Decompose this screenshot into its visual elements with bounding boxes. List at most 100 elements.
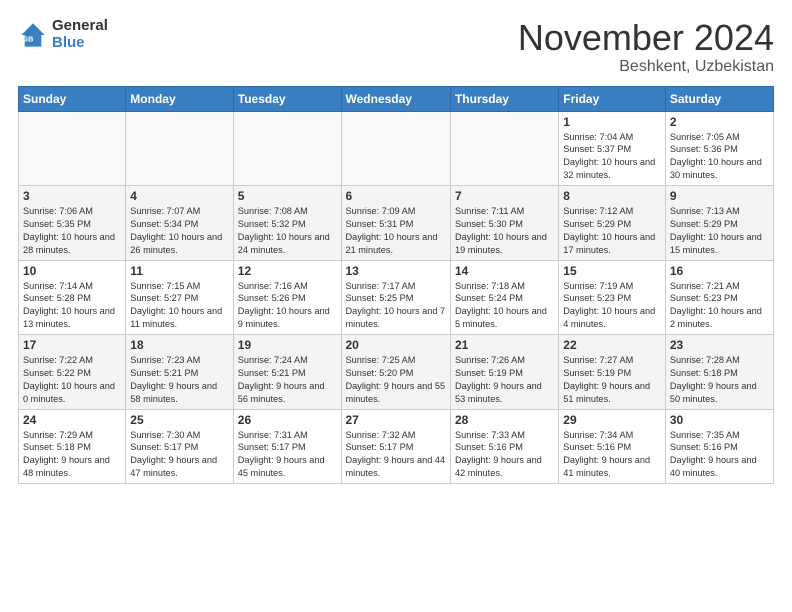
day-number: 23 [670, 338, 769, 352]
day-info: Sunrise: 7:13 AM Sunset: 5:29 PM Dayligh… [670, 205, 769, 257]
calendar-cell [341, 111, 450, 186]
day-info: Sunrise: 7:09 AM Sunset: 5:31 PM Dayligh… [346, 205, 446, 257]
calendar-cell [19, 111, 126, 186]
title-block: November 2024 Beshkent, Uzbekistan [518, 18, 774, 76]
day-info: Sunrise: 7:22 AM Sunset: 5:22 PM Dayligh… [23, 354, 121, 406]
calendar-week-row: 10Sunrise: 7:14 AM Sunset: 5:28 PM Dayli… [19, 260, 774, 335]
calendar-cell: 16 Sunrise: 7:21 AM Sunset: 5:23 PM Dayli… [665, 260, 773, 335]
day-number: 18 [130, 338, 228, 352]
calendar-cell: 27Sunrise: 7:32 AM Sunset: 5:17 PM Dayli… [341, 409, 450, 484]
calendar-week-row: 24Sunrise: 7:29 AM Sunset: 5:18 PM Dayli… [19, 409, 774, 484]
day-number: 3 [23, 189, 121, 203]
calendar-cell: 14 Sunrise: 7:18 AM Sunset: 5:24 PM Dayli… [450, 260, 558, 335]
calendar-cell: 8 Sunrise: 7:12 AM Sunset: 5:29 PM Daylig… [559, 186, 666, 261]
weekday-header: Tuesday [233, 86, 341, 111]
calendar-cell: 3Sunrise: 7:06 AM Sunset: 5:35 PM Daylig… [19, 186, 126, 261]
day-number: 12 [238, 264, 337, 278]
day-info: Sunrise: 7:25 AM Sunset: 5:20 PM Dayligh… [346, 354, 446, 406]
day-info: Sunrise: 7:21 AM Sunset: 5:23 PM Dayligh… [670, 280, 769, 332]
day-info: Sunrise: 7:28 AM Sunset: 5:18 PM Dayligh… [670, 354, 769, 406]
calendar-cell [450, 111, 558, 186]
calendar-week-row: 3Sunrise: 7:06 AM Sunset: 5:35 PM Daylig… [19, 186, 774, 261]
location: Beshkent, Uzbekistan [518, 58, 774, 76]
day-info: Sunrise: 7:18 AM Sunset: 5:24 PM Dayligh… [455, 280, 554, 332]
day-info: Sunrise: 7:08 AM Sunset: 5:32 PM Dayligh… [238, 205, 337, 257]
day-info: Sunrise: 7:11 AM Sunset: 5:30 PM Dayligh… [455, 205, 554, 257]
day-info: Sunrise: 7:04 AM Sunset: 5:37 PM Dayligh… [563, 131, 661, 183]
day-info: Sunrise: 7:23 AM Sunset: 5:21 PM Dayligh… [130, 354, 228, 406]
day-info: Sunrise: 7:24 AM Sunset: 5:21 PM Dayligh… [238, 354, 337, 406]
day-number: 14 [455, 264, 554, 278]
day-number: 10 [23, 264, 121, 278]
day-number: 24 [23, 413, 121, 427]
day-number: 15 [563, 264, 661, 278]
calendar-cell: 1 Sunrise: 7:04 AM Sunset: 5:37 PM Daylig… [559, 111, 666, 186]
calendar-cell: 21 Sunrise: 7:26 AM Sunset: 5:19 PM Dayli… [450, 335, 558, 410]
day-number: 7 [455, 189, 554, 203]
calendar-cell: 20 Sunrise: 7:25 AM Sunset: 5:20 PM Dayli… [341, 335, 450, 410]
day-number: 29 [563, 413, 661, 427]
day-info: Sunrise: 7:05 AM Sunset: 5:36 PM Dayligh… [670, 131, 769, 183]
day-number: 6 [346, 189, 446, 203]
calendar-table: SundayMondayTuesdayWednesdayThursdayFrid… [18, 86, 774, 485]
day-info: Sunrise: 7:35 AM Sunset: 5:16 PM Dayligh… [670, 429, 769, 481]
day-info: Sunrise: 7:19 AM Sunset: 5:23 PM Dayligh… [563, 280, 661, 332]
page: GB General Blue November 2024 Beshkent, … [0, 0, 792, 502]
calendar-cell: 6 Sunrise: 7:09 AM Sunset: 5:31 PM Daylig… [341, 186, 450, 261]
calendar-cell: 7 Sunrise: 7:11 AM Sunset: 5:30 PM Daylig… [450, 186, 558, 261]
day-number: 21 [455, 338, 554, 352]
weekday-header: Sunday [19, 86, 126, 111]
logo: GB General Blue [18, 18, 108, 51]
day-number: 20 [346, 338, 446, 352]
day-number: 13 [346, 264, 446, 278]
day-number: 4 [130, 189, 228, 203]
day-number: 30 [670, 413, 769, 427]
calendar-cell: 19Sunrise: 7:24 AM Sunset: 5:21 PM Dayli… [233, 335, 341, 410]
day-info: Sunrise: 7:16 AM Sunset: 5:26 PM Dayligh… [238, 280, 337, 332]
calendar-cell: 15 Sunrise: 7:19 AM Sunset: 5:23 PM Dayli… [559, 260, 666, 335]
calendar-week-row: 17 Sunrise: 7:22 AM Sunset: 5:22 PM Dayli… [19, 335, 774, 410]
header: GB General Blue November 2024 Beshkent, … [18, 18, 774, 76]
day-info: Sunrise: 7:17 AM Sunset: 5:25 PM Dayligh… [346, 280, 446, 332]
calendar-cell: 28 Sunrise: 7:33 AM Sunset: 5:16 PM Dayli… [450, 409, 558, 484]
calendar-cell: 12 Sunrise: 7:16 AM Sunset: 5:26 PM Dayli… [233, 260, 341, 335]
day-info: Sunrise: 7:33 AM Sunset: 5:16 PM Dayligh… [455, 429, 554, 481]
day-number: 22 [563, 338, 661, 352]
logo-general: General [52, 18, 108, 35]
day-info: Sunrise: 7:30 AM Sunset: 5:17 PM Dayligh… [130, 429, 228, 481]
calendar-cell: 22Sunrise: 7:27 AM Sunset: 5:19 PM Dayli… [559, 335, 666, 410]
calendar-cell: 26 Sunrise: 7:31 AM Sunset: 5:17 PM Dayli… [233, 409, 341, 484]
day-number: 17 [23, 338, 121, 352]
weekday-header: Friday [559, 86, 666, 111]
logo-icon: GB [18, 20, 48, 50]
calendar-cell: 30 Sunrise: 7:35 AM Sunset: 5:16 PM Dayli… [665, 409, 773, 484]
calendar-cell: 5Sunrise: 7:08 AM Sunset: 5:32 PM Daylig… [233, 186, 341, 261]
day-info: Sunrise: 7:26 AM Sunset: 5:19 PM Dayligh… [455, 354, 554, 406]
logo-blue: Blue [52, 35, 108, 52]
calendar-header-row: SundayMondayTuesdayWednesdayThursdayFrid… [19, 86, 774, 111]
day-number: 26 [238, 413, 337, 427]
calendar-cell: 13 Sunrise: 7:17 AM Sunset: 5:25 PM Dayli… [341, 260, 450, 335]
calendar-cell [233, 111, 341, 186]
day-info: Sunrise: 7:34 AM Sunset: 5:16 PM Dayligh… [563, 429, 661, 481]
weekday-header: Monday [126, 86, 233, 111]
day-info: Sunrise: 7:31 AM Sunset: 5:17 PM Dayligh… [238, 429, 337, 481]
day-info: Sunrise: 7:32 AM Sunset: 5:17 PM Dayligh… [346, 429, 446, 481]
day-info: Sunrise: 7:07 AM Sunset: 5:34 PM Dayligh… [130, 205, 228, 257]
day-number: 28 [455, 413, 554, 427]
weekday-header: Wednesday [341, 86, 450, 111]
calendar-cell: 23 Sunrise: 7:28 AM Sunset: 5:18 PM Dayli… [665, 335, 773, 410]
calendar-cell: 29 Sunrise: 7:34 AM Sunset: 5:16 PM Dayli… [559, 409, 666, 484]
calendar-cell: 9Sunrise: 7:13 AM Sunset: 5:29 PM Daylig… [665, 186, 773, 261]
day-number: 11 [130, 264, 228, 278]
calendar-cell: 11Sunrise: 7:15 AM Sunset: 5:27 PM Dayli… [126, 260, 233, 335]
day-number: 16 [670, 264, 769, 278]
calendar-week-row: 1 Sunrise: 7:04 AM Sunset: 5:37 PM Daylig… [19, 111, 774, 186]
month-title: November 2024 [518, 18, 774, 58]
day-number: 1 [563, 115, 661, 129]
day-info: Sunrise: 7:12 AM Sunset: 5:29 PM Dayligh… [563, 205, 661, 257]
logo-text: General Blue [52, 18, 108, 51]
weekday-header: Saturday [665, 86, 773, 111]
calendar-cell: 2Sunrise: 7:05 AM Sunset: 5:36 PM Daylig… [665, 111, 773, 186]
day-number: 8 [563, 189, 661, 203]
